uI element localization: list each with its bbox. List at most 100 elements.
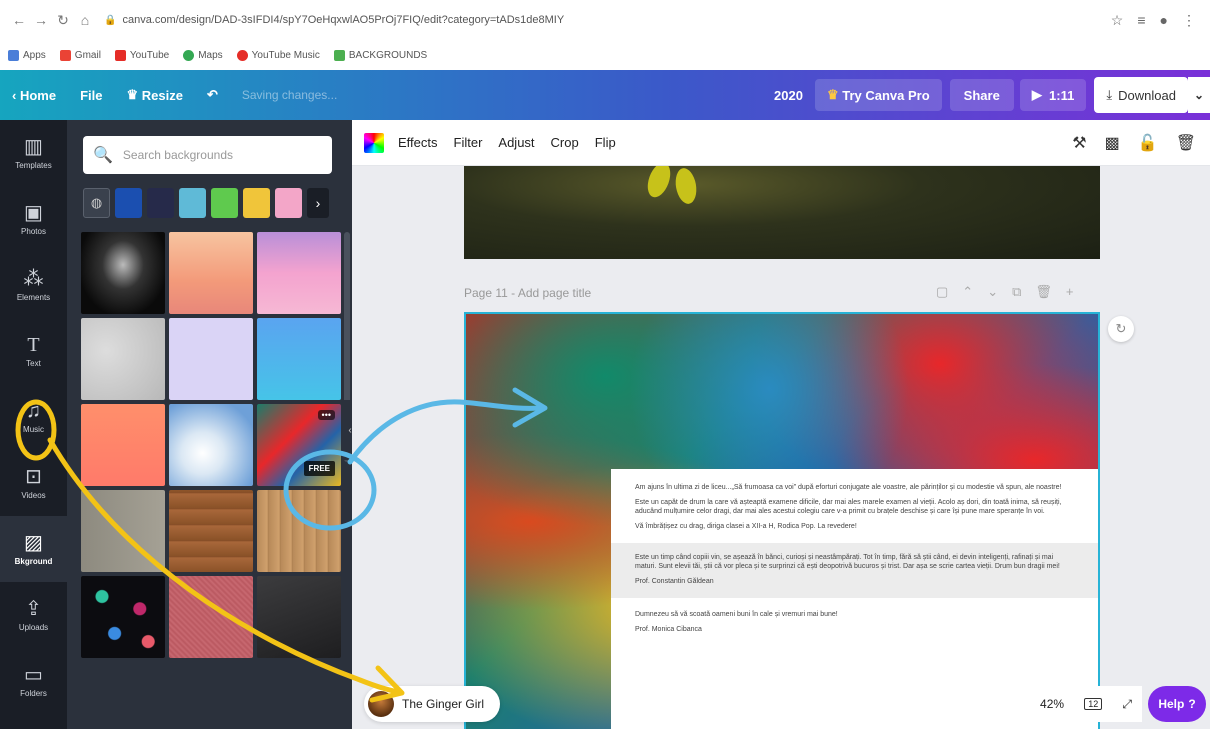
message-textbox[interactable]: Am ajuns în ultima zi de liceu...„Să fru… [611, 469, 1098, 729]
rail-music[interactable]: ♫ Music [0, 384, 67, 450]
bookmark-apps[interactable]: Apps [8, 49, 46, 61]
undo-button[interactable]: ↶ [195, 70, 230, 120]
message-paragraph[interactable]: Este un capăt de drum la care vă așteapt… [635, 498, 1075, 516]
adjust-button[interactable]: Adjust [498, 135, 534, 150]
bg-thumb-clouds[interactable] [169, 404, 253, 486]
resize-button[interactable]: ♛ Resize [114, 70, 194, 120]
message-paragraph[interactable]: Vă îmbrățișez cu drag, diriga clasei a X… [635, 522, 1075, 531]
chevron-down-icon[interactable]: ⌄ [987, 284, 998, 300]
reload-icon[interactable]: ↻ [52, 12, 74, 29]
chevron-up-icon[interactable]: ⌃ [962, 284, 973, 300]
rail-uploads[interactable]: ⇪ Uploads [0, 582, 67, 648]
bg-thumb-painting[interactable]: ••• FREE [257, 404, 341, 486]
bg-thumb-red-fabric[interactable] [169, 576, 253, 658]
message-paragraph[interactable]: Este un timp când copiii vin, se așează … [635, 553, 1075, 571]
help-button[interactable]: Help? [1148, 686, 1206, 722]
swatch-3[interactable] [179, 188, 206, 218]
rail-templates[interactable]: ▥ Templates [0, 120, 67, 186]
download-dropdown-icon[interactable]: ⌄ [1187, 77, 1210, 113]
rotate-icon[interactable]: ↻ [1108, 316, 1134, 342]
unlock-icon[interactable]: 🔓 [1138, 133, 1158, 153]
swatch-4[interactable] [211, 188, 238, 218]
image-edit-toolbar: Effects Filter Adjust Crop Flip ⚒ ▩ 🔓 🗑 [352, 120, 1210, 166]
search-input[interactable] [122, 148, 313, 162]
paint-roller-icon[interactable]: ⚒ [1072, 133, 1086, 153]
swatch-6[interactable] [275, 188, 302, 218]
bookmark-maps[interactable]: Maps [183, 49, 223, 61]
fullscreen-icon[interactable]: ⤢ [1122, 697, 1132, 712]
signature[interactable]: Prof. Monica Cibanca [635, 625, 1075, 634]
notes-icon[interactable]: ▢ [936, 284, 948, 300]
duplicate-icon[interactable]: ⧉ [1012, 284, 1021, 300]
bg-thumb-peach[interactable] [169, 232, 253, 314]
address-field[interactable]: 🔒 canva.com/design/DAD-3sIFDI4/spY7OeHqx… [104, 14, 1111, 26]
try-canva-pro-button[interactable]: ♛ Try Canva Pro [814, 79, 942, 111]
crop-button[interactable]: Crop [551, 135, 579, 150]
design-title[interactable]: 2020 [762, 70, 815, 120]
bg-thumb-wood-planks[interactable] [169, 490, 253, 572]
share-button[interactable]: Share [949, 79, 1014, 111]
lock-icon: 🔒 [104, 14, 117, 26]
menu-dots-icon[interactable]: ⋮ [1182, 12, 1196, 29]
rail-text[interactable]: T Text [0, 318, 67, 384]
transparency-icon[interactable]: ▩ [1105, 133, 1120, 153]
bookmark-gmail[interactable]: Gmail [59, 49, 101, 61]
rail-videos[interactable]: ⊡ Videos [0, 450, 67, 516]
background-grid: ••• FREE [81, 232, 341, 658]
effects-button[interactable]: Effects [398, 135, 438, 150]
bg-thumb-lavender[interactable] [169, 318, 253, 400]
home-button[interactable]: ‹ Home [0, 70, 68, 120]
rail-photos[interactable]: ▣ Photos [0, 186, 67, 252]
page-count[interactable]: 12 [1084, 698, 1103, 710]
download-button[interactable]: ⤓ Download [1094, 77, 1188, 113]
page-title[interactable]: Page 11 - Add page title [464, 286, 591, 300]
bg-thumb-gray-texture[interactable] [81, 318, 165, 400]
star-icon[interactable]: ☆ [1111, 12, 1124, 29]
bg-thumb-smoke[interactable] [81, 232, 165, 314]
bg-thumb-light-wood[interactable] [257, 490, 341, 572]
color-picker-icon[interactable]: ◍ [83, 188, 110, 218]
flip-button[interactable]: Flip [595, 135, 616, 150]
user-chip[interactable]: The Ginger Girl [364, 686, 500, 722]
swatch-2[interactable] [147, 188, 174, 218]
zoom-controls: 42% 12 ⤢ [1030, 686, 1142, 722]
bg-thumb-coral[interactable] [81, 404, 165, 486]
zoom-level[interactable]: 42% [1040, 697, 1064, 711]
back-icon[interactable]: ← [8, 12, 30, 28]
chevron-right-icon[interactable]: › [307, 188, 329, 218]
present-button[interactable]: ▶ 1:11 [1019, 79, 1087, 111]
bg-thumb-dark-texture[interactable] [257, 576, 341, 658]
playlist-icon[interactable]: ≡ [1137, 12, 1145, 29]
previous-page[interactable] [464, 166, 1100, 259]
swatch-5[interactable] [243, 188, 270, 218]
home-icon[interactable]: ⌂ [74, 12, 96, 28]
rail-elements[interactable]: ⁂ Elements [0, 252, 67, 318]
bg-thumb-wood-plant[interactable] [81, 490, 165, 572]
bookmark-backgrounds[interactable]: BACKGROUNDS [333, 49, 427, 61]
bookmark-youtube-music[interactable]: YouTube Music [236, 49, 320, 61]
message-paragraph[interactable]: Am ajuns în ultima zi de liceu...„Să fru… [635, 483, 1075, 492]
flower-petal [643, 166, 675, 201]
more-options-icon[interactable]: ••• [317, 410, 335, 420]
file-menu[interactable]: File [68, 70, 114, 120]
rail-folders[interactable]: ▭ Folders [0, 648, 67, 714]
rail-background[interactable]: ▨ Bkground [0, 516, 67, 582]
free-badge: FREE [303, 461, 335, 476]
bg-thumb-blue-gradient[interactable] [257, 318, 341, 400]
filter-button[interactable]: Filter [454, 135, 483, 150]
bookmark-youtube[interactable]: YouTube [114, 49, 169, 61]
message-paragraph[interactable]: Dumnezeu să vă scoată oameni buni în cal… [635, 610, 1075, 619]
saving-status: Saving changes... [241, 88, 338, 102]
swatch-1[interactable] [115, 188, 142, 218]
trash-icon[interactable]: 🗑 [1176, 133, 1196, 153]
profile-icon[interactable]: ● [1160, 12, 1168, 29]
bg-thumb-pink-sky[interactable] [257, 232, 341, 314]
delete-page-icon[interactable]: 🗑 [1035, 284, 1052, 300]
forward-icon[interactable]: → [30, 12, 52, 28]
add-page-icon[interactable]: + [1066, 284, 1074, 300]
page-11[interactable]: Am ajuns în ultima zi de liceu...„Să fru… [464, 312, 1100, 729]
crown-icon: ♛ [126, 87, 139, 102]
color-icon[interactable] [364, 132, 384, 153]
signature[interactable]: Prof. Constantin Găldean [635, 577, 1075, 586]
bg-thumb-gems[interactable] [81, 576, 165, 658]
